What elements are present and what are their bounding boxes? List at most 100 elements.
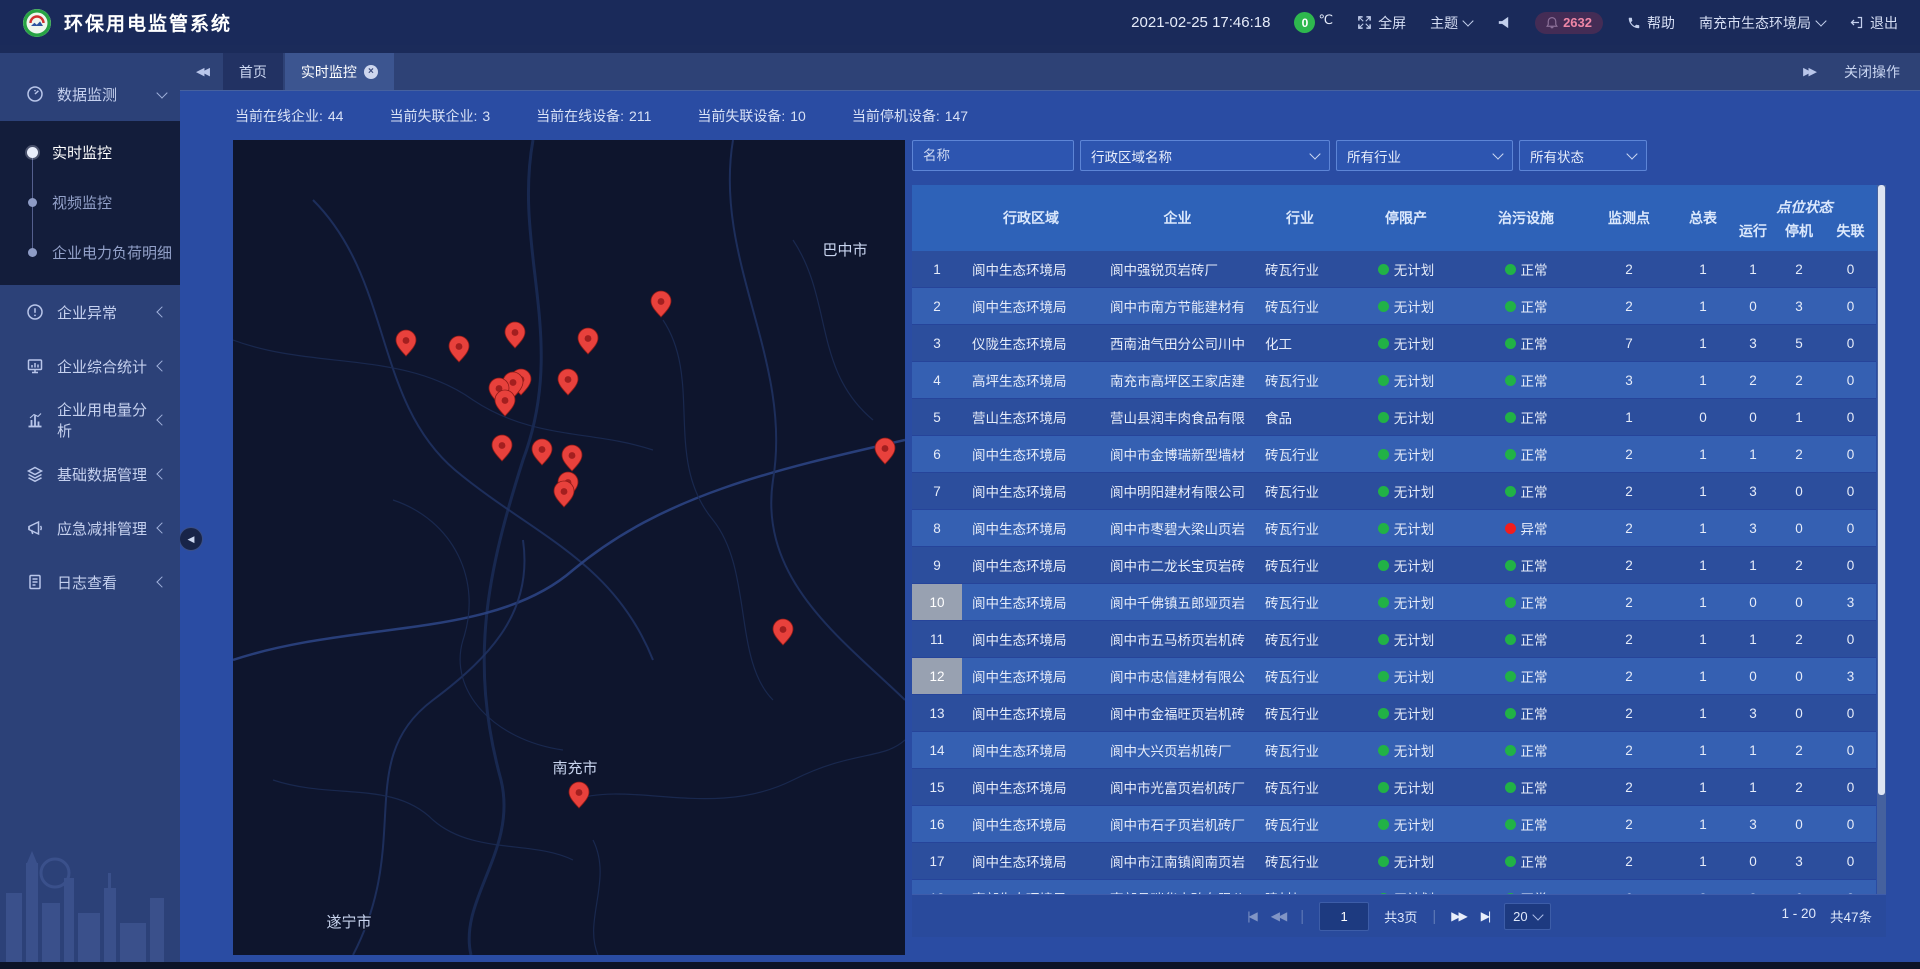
cell-facility-status: 正常	[1467, 547, 1585, 583]
sidebar-item-enterprise-statistics[interactable]: 企业综合统计	[0, 339, 180, 393]
fullscreen-button[interactable]: 全屏	[1357, 13, 1406, 33]
table-row[interactable]: 9阆中生态环境局阆中市二龙长宝页岩砖砖瓦行业无计划正常21120	[912, 547, 1876, 584]
table-row[interactable]: 6阆中生态环境局阆中市金博瑞新型墙材砖瓦行业无计划正常21120	[912, 436, 1876, 473]
tab-home[interactable]: 首页	[223, 53, 283, 90]
city-skyline-decoration	[0, 803, 180, 963]
name-search-input[interactable]	[912, 140, 1074, 171]
map-pin[interactable]	[554, 481, 574, 507]
map-canvas[interactable]: 巴中市南充市遂宁市	[233, 140, 905, 955]
cell-industry: 化工	[1255, 325, 1345, 361]
sidebar-item-data-monitor[interactable]: 数据监测	[0, 67, 180, 121]
app-header: 环保用电监管系统 2021-02-25 17:46:18 0 ℃ 全屏 主题 2…	[0, 0, 1920, 45]
map-pin[interactable]	[578, 328, 598, 354]
region-select[interactable]: 行政区域名称	[1080, 140, 1330, 171]
next-page-button[interactable]: ▶▶	[1451, 909, 1465, 923]
first-page-button[interactable]: |◀	[1247, 909, 1255, 923]
chevron-down-icon	[1462, 15, 1473, 26]
status-dot-ok	[1378, 560, 1389, 571]
table-row[interactable]: 2阆中生态环境局阆中市南方节能建材有砖瓦行业无计划正常21030	[912, 288, 1876, 325]
map-pin[interactable]	[492, 435, 512, 461]
cell-halt: 3	[1773, 843, 1825, 879]
theme-dropdown[interactable]: 主题	[1430, 13, 1472, 33]
cell-row-index: 18	[912, 880, 962, 894]
map-collapse-button[interactable]: ◀	[179, 527, 203, 551]
table-row[interactable]: 13阆中生态环境局阆中市金福旺页岩机砖砖瓦行业无计划正常21300	[912, 695, 1876, 732]
sidebar-item-video-monitor[interactable]: 视频监控	[0, 177, 180, 227]
map-pin[interactable]	[875, 438, 895, 464]
map-pin[interactable]	[505, 322, 525, 348]
table-scrollbar[interactable]	[1877, 185, 1886, 894]
cell-company: 阆中强锐页岩砖厂	[1100, 251, 1255, 287]
cell-halt: 2	[1773, 362, 1825, 398]
tabs-scroll-left-button[interactable]: ◀◀	[180, 53, 223, 90]
cell-company: 营山县润丰肉食品有限	[1100, 399, 1255, 435]
table-row[interactable]: 15阆中生态环境局阆中市光富页岩机砖厂砖瓦行业无计划正常21120	[912, 769, 1876, 806]
user-org-dropdown[interactable]: 南充市生态环境局	[1699, 13, 1825, 33]
map-pin[interactable]	[651, 291, 671, 317]
table-row[interactable]: 1阆中生态环境局阆中强锐页岩砖厂砖瓦行业无计划正常21120	[912, 251, 1876, 288]
table-row[interactable]: 8阆中生态环境局阆中市枣碧大梁山页岩砖瓦行业无计划异常21300	[912, 510, 1876, 547]
cell-stop-status: 无计划	[1345, 473, 1467, 509]
industry-select[interactable]: 所有行业	[1336, 140, 1513, 171]
map-pin[interactable]	[495, 390, 515, 416]
sidebar-item-log-view[interactable]: 日志查看	[0, 555, 180, 609]
sidebar-item-enterprise-abnormal[interactable]: 企业异常	[0, 285, 180, 339]
cell-total: 1	[1673, 695, 1733, 731]
tab-realtime-monitor[interactable]: 实时监控 ×	[285, 53, 394, 90]
cell-total: 1	[1673, 362, 1733, 398]
map-pin[interactable]	[562, 445, 582, 471]
table-row[interactable]: 10阆中生态环境局阆中千佛镇五郎垭页岩砖瓦行业无计划正常21003	[912, 584, 1876, 621]
sidebar-item-power-analysis[interactable]: 企业用电量分析	[0, 393, 180, 447]
table-row[interactable]: 16阆中生态环境局阆中市石子页岩机砖厂砖瓦行业无计划正常21300	[912, 806, 1876, 843]
table-row[interactable]: 12阆中生态环境局阆中市忠信建材有限公砖瓦行业无计划正常21003	[912, 658, 1876, 695]
status-select[interactable]: 所有状态	[1519, 140, 1647, 171]
cell-points: 3	[1585, 362, 1673, 398]
logout-button[interactable]: 退出	[1849, 13, 1898, 33]
status-dot-ok	[1378, 412, 1389, 423]
cell-points: 2	[1585, 251, 1673, 287]
table-row[interactable]: 5营山生态环境局营山县润丰肉食品有限食品无计划正常10010	[912, 399, 1876, 436]
map-pin[interactable]	[569, 782, 589, 808]
alert-circle-icon	[26, 303, 44, 321]
map-pin[interactable]	[449, 336, 469, 362]
scrollbar-thumb[interactable]	[1878, 185, 1885, 795]
cell-company: 西南油气田分公司川中	[1100, 325, 1255, 361]
map-pin[interactable]	[773, 619, 793, 645]
notification-badge[interactable]: 2632	[1535, 12, 1603, 34]
table-row[interactable]: 18南部生态环境局南部县瑞华士砖有限公建材加工无计划正常60060	[912, 880, 1876, 894]
map-pin[interactable]	[558, 369, 578, 395]
chevron-down-icon	[1626, 148, 1637, 159]
sidebar-item-realtime-monitor[interactable]: 实时监控	[0, 127, 180, 177]
close-icon[interactable]: ×	[364, 65, 378, 79]
col-index	[912, 185, 962, 251]
map-pin[interactable]	[532, 439, 552, 465]
sidebar-item-base-data[interactable]: 基础数据管理	[0, 447, 180, 501]
cell-facility-status: 正常	[1467, 473, 1585, 509]
speaker-icon[interactable]	[1496, 15, 1511, 30]
table-row[interactable]: 11阆中生态环境局阆中市五马桥页岩机砖砖瓦行业无计划正常21120	[912, 621, 1876, 658]
cell-district: 阆中生态环境局	[962, 547, 1100, 583]
tabs-scroll-right-button[interactable]: ▶▶	[1803, 65, 1814, 78]
table-row[interactable]: 17阆中生态环境局阆中市江南镇阆南页岩砖瓦行业无计划正常21030	[912, 843, 1876, 880]
cell-facility-status: 正常	[1467, 880, 1585, 894]
page-size-select[interactable]: 20	[1504, 903, 1550, 930]
table-row[interactable]: 4高坪生态环境局南充市高坪区王家店建砖瓦行业无计划正常31220	[912, 362, 1876, 399]
chevron-left-icon	[156, 576, 167, 587]
prev-page-button[interactable]: ◀◀	[1271, 909, 1285, 923]
table-row[interactable]: 7阆中生态环境局阆中明阳建材有限公司砖瓦行业无计划正常21300	[912, 473, 1876, 510]
close-operations-button[interactable]: 关闭操作	[1844, 62, 1900, 82]
help-button[interactable]: 帮助	[1627, 13, 1675, 33]
map-pin[interactable]	[396, 330, 416, 356]
stat-label: 当前停机设备:	[852, 108, 940, 124]
industry-select-value: 所有行业	[1347, 146, 1401, 166]
sidebar-item-power-load-detail[interactable]: 企业电力负荷明细	[0, 227, 180, 277]
table-row[interactable]: 3仪陇生态环境局西南油气田分公司川中化工无计划正常71350	[912, 325, 1876, 362]
cell-points: 6	[1585, 880, 1673, 894]
chevron-left-icon	[156, 414, 167, 425]
map-panel[interactable]: 巴中市南充市遂宁市	[233, 140, 905, 955]
page-number-input[interactable]	[1319, 902, 1369, 931]
last-page-button[interactable]: ▶|	[1481, 909, 1489, 923]
cell-run: 1	[1733, 732, 1773, 768]
sidebar-item-emergency-reduction[interactable]: 应急减排管理	[0, 501, 180, 555]
table-row[interactable]: 14阆中生态环境局阆中大兴页岩机砖厂砖瓦行业无计划正常21120	[912, 732, 1876, 769]
